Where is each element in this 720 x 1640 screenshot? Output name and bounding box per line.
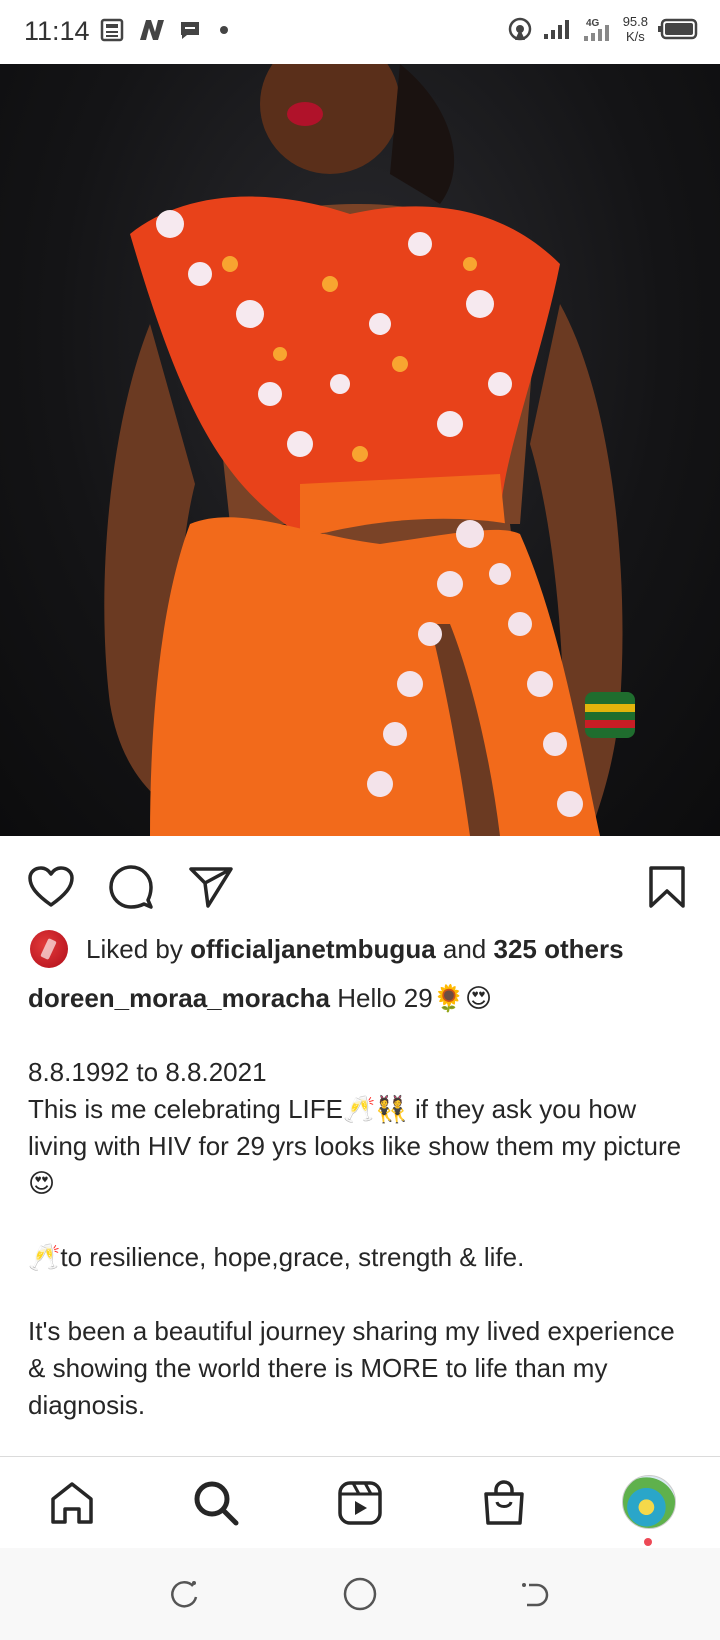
svg-text:4G: 4G [586, 18, 600, 29]
search-icon [194, 1481, 239, 1526]
bookmark-icon [649, 866, 685, 908]
post-photo[interactable] [0, 64, 720, 836]
status-time: 11:14 [24, 16, 90, 46]
nav-search[interactable] [188, 1475, 244, 1531]
share-button[interactable] [184, 860, 238, 914]
save-button[interactable] [640, 860, 694, 914]
circle-home-icon [343, 1577, 377, 1611]
nav-reels[interactable] [332, 1475, 388, 1531]
back-icon [522, 1583, 549, 1607]
caption-text-first: Hello 29🌻😍 [337, 983, 493, 1013]
system-navigation-bar [0, 1548, 720, 1640]
signal-icon [543, 20, 569, 39]
speed-unit: K/s [625, 29, 645, 44]
likes-summary[interactable]: Liked by officialjanetmbugua and 325 oth… [30, 930, 624, 968]
like-button[interactable] [24, 860, 78, 914]
shop-bag-icon [484, 1480, 524, 1525]
liked-by-and: and [442, 933, 487, 964]
caption-line: 8.8.1992 to 8.8.2021 [28, 1057, 267, 1087]
comment-button[interactable] [104, 860, 158, 914]
speed-value: 95.8 [622, 14, 648, 29]
liker-avatar [30, 930, 68, 968]
heart-icon [28, 866, 74, 907]
liked-by-others[interactable]: 325 others [494, 934, 624, 965]
caption-first-line: doreen_moraa_moracha Hello 29🌻😍 [28, 980, 698, 1017]
caption-line: This is me celebrating LIFE🥂👯 if they as… [28, 1094, 682, 1198]
caption-line: It's been a beautiful journey sharing my… [28, 1316, 675, 1420]
post-actions [0, 850, 720, 920]
photo-illustration [104, 64, 635, 836]
caption-line: 🥂to resilience, hope,grace, strength & l… [28, 1242, 525, 1272]
comment-icon [109, 865, 153, 909]
nav-home[interactable] [44, 1475, 100, 1531]
system-status-icons: 4G 95.8 K/s [507, 14, 698, 44]
hotspot-icon [508, 17, 531, 41]
nav-shop[interactable] [476, 1475, 532, 1531]
bottom-navigation [0, 1456, 720, 1547]
recents-button[interactable] [164, 1574, 204, 1614]
author-username[interactable]: doreen_moraa_moracha [28, 983, 330, 1013]
home-icon [51, 1482, 93, 1524]
back-button[interactable] [516, 1574, 556, 1614]
profile-notification-dot [644, 1538, 652, 1546]
battery-icon [658, 18, 698, 40]
send-icon [189, 867, 233, 908]
notification-icons [100, 18, 228, 42]
recents-icon [171, 1581, 198, 1608]
n-app-icon [140, 20, 164, 40]
message-icon [181, 22, 199, 39]
liked-by-user[interactable]: officialjanetmbugua [190, 934, 436, 965]
liked-by-prefix: Liked by [86, 933, 183, 964]
nav-profile-avatar[interactable] [622, 1475, 676, 1529]
reels-icon [338, 1481, 382, 1525]
post-caption: doreen_moraa_moracha Hello 29🌻😍 8.8.1992… [28, 980, 698, 1424]
signal-4g-icon: 4G [583, 18, 609, 41]
more-notifications-dot [220, 26, 228, 34]
status-bar: 11:14 4G 95.8 K/s [0, 0, 720, 64]
home-system-button[interactable] [340, 1574, 380, 1614]
news-icon [100, 18, 124, 42]
network-speed: 95.8 K/s [623, 14, 648, 44]
